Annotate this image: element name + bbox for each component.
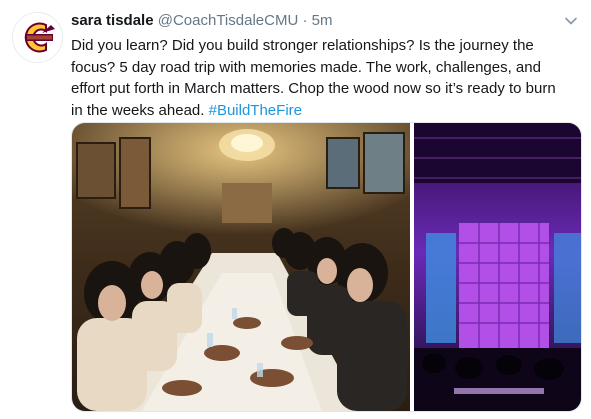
handle[interactable]: @CoachTisdaleCMU	[158, 12, 299, 29]
tweet-text: Did you learn? Did you build stronger re…	[71, 35, 571, 121]
concert-stage-photo[interactable]	[414, 123, 581, 411]
display-name[interactable]: sara tisdale	[71, 12, 154, 29]
media-grid	[71, 122, 582, 412]
chevron-down-icon[interactable]	[564, 14, 578, 28]
separator-dot: ·	[302, 12, 308, 29]
cmu-logo-icon	[13, 13, 62, 62]
team-dinner-photo[interactable]	[72, 123, 410, 411]
tweet-header: sara tisdale @CoachTisdaleCMU · 5m	[71, 11, 561, 31]
tweet-body: Did you learn? Did you build stronger re…	[71, 37, 556, 119]
hashtag-link[interactable]: #BuildTheFire	[209, 102, 302, 119]
timestamp[interactable]: 5m	[312, 12, 333, 29]
avatar[interactable]	[12, 12, 63, 63]
tweet[interactable]: sara tisdale @CoachTisdaleCMU · 5m Did y…	[0, 0, 591, 419]
